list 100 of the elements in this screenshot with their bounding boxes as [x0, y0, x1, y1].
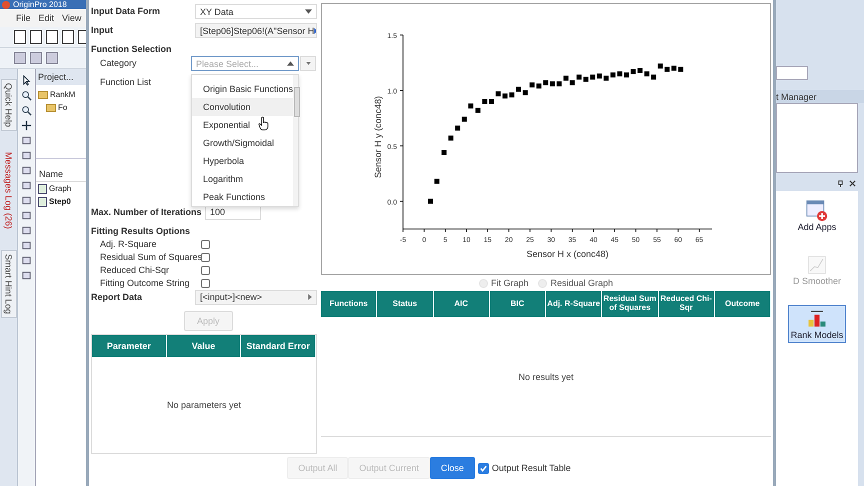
panel-title: t Manager	[776, 92, 817, 102]
caret-icon	[306, 62, 310, 65]
menu-item[interactable]: Edit	[38, 13, 54, 23]
column-header[interactable]: Parameter	[92, 334, 167, 358]
scrollbar[interactable]	[293, 75, 298, 206]
panel-header: Project...	[36, 69, 86, 85]
field-label: Max. Number of Iterations	[91, 206, 202, 217]
data-point	[434, 178, 440, 184]
dropdown-field[interactable]: XY Data	[195, 4, 317, 19]
column-header[interactable]: Adj. R-Square	[546, 291, 602, 317]
tool-icon[interactable]	[21, 150, 32, 161]
field-label: Report Data	[91, 290, 142, 302]
tool-icon[interactable]	[21, 225, 32, 236]
arrow-icon	[308, 294, 312, 300]
tool-icon[interactable]	[21, 255, 32, 266]
radio-label[interactable]: Fit Graph	[490, 278, 528, 288]
magnifier-icon[interactable]	[21, 105, 32, 116]
radio-button[interactable]	[478, 278, 488, 288]
dropdown-option[interactable]: Growth/Sigmoidal	[192, 134, 294, 152]
close-icon[interactable]	[849, 180, 856, 186]
side-tab[interactable]: Smart Hint Log	[0, 250, 16, 318]
pointer-icon[interactable]	[21, 75, 32, 86]
dropdown-option[interactable]: Origin Basic Functions	[192, 80, 294, 98]
app-logo-icon	[2, 0, 10, 8]
document-icon[interactable]	[30, 30, 42, 44]
option-label: Residual Sum of Squares	[100, 252, 201, 262]
checkbox[interactable]	[201, 266, 210, 275]
magnifier-icon[interactable]	[21, 90, 32, 101]
tool-icon[interactable]	[21, 135, 32, 146]
crosshair-icon[interactable]	[21, 120, 32, 131]
column-header[interactable]: Functions	[321, 291, 378, 317]
dropdown-button[interactable]	[300, 56, 316, 71]
data-point	[509, 92, 514, 98]
option-label: Adj. R-Square	[100, 239, 158, 250]
axis-title: Sensor H x (conc48)	[526, 249, 609, 259]
field-label: Function List	[99, 76, 152, 87]
column-header[interactable]: BIC	[490, 291, 546, 317]
dropdown-option[interactable]: Logarithm	[192, 170, 294, 188]
column-header[interactable]: AIC	[434, 291, 490, 317]
side-tab[interactable]: Messages Log (26)	[2, 149, 16, 232]
window-title: OriginPro 2018	[13, 0, 67, 9]
data-point	[658, 64, 663, 69]
pin-icon[interactable]	[837, 180, 844, 186]
dropdown-option[interactable]: Convolution	[192, 98, 294, 116]
checkbox[interactable]	[201, 240, 210, 249]
axis-title: Sensor H y (conc48)	[373, 96, 383, 178]
section-heading: Function Selection	[91, 43, 173, 56]
field-label: Input Data Form	[91, 5, 160, 16]
data-point	[678, 66, 684, 72]
input-field[interactable]: [<input>]<new>	[195, 290, 317, 305]
column-header[interactable]: Standard Error	[241, 334, 316, 358]
data-point	[462, 116, 467, 122]
data-point	[475, 108, 480, 113]
tool-icon[interactable]	[21, 270, 32, 281]
hand-cursor-icon	[258, 116, 269, 131]
tool-icon[interactable]	[21, 165, 32, 176]
dialog-button[interactable]: Close	[430, 457, 475, 479]
app-tile[interactable]: Add Apps	[794, 197, 840, 235]
tree-item[interactable]: RankM	[50, 90, 76, 99]
dropdown-field[interactable]	[776, 66, 808, 80]
input-field[interactable]: 100	[205, 204, 261, 220]
data-point	[442, 150, 447, 155]
app-tile[interactable]: Rank Models	[788, 305, 846, 343]
project-item[interactable]: Graph	[49, 184, 72, 193]
radio-button[interactable]	[538, 278, 548, 288]
document-icon[interactable]	[46, 30, 58, 44]
data-point	[630, 69, 636, 74]
tool-icon[interactable]	[21, 240, 32, 251]
column-header[interactable]: Reduced Chi-Sqr	[658, 291, 715, 317]
empty-message: No results yet	[518, 372, 574, 382]
menu-item[interactable]: View	[62, 13, 82, 23]
field-label: Input	[91, 24, 113, 35]
column-header[interactable]: Status	[377, 291, 434, 317]
column-header[interactable]: Outcome	[714, 291, 771, 317]
column-header[interactable]: Residual Sum of Squares	[602, 291, 658, 317]
dropdown-option[interactable]: Peak Functions	[192, 188, 294, 206]
input-field[interactable]: [Step06]Step06!(A"Sensor H	[195, 23, 317, 38]
document-icon[interactable]	[14, 30, 26, 44]
dropdown-option[interactable]: Exponential	[192, 116, 294, 134]
tree-item[interactable]: Fo	[58, 103, 68, 112]
menu-item[interactable]: File	[16, 13, 31, 23]
field-label: Category	[99, 57, 137, 68]
data-point	[468, 103, 474, 108]
radio-label[interactable]: Residual Graph	[550, 278, 614, 288]
caret-icon	[287, 61, 294, 66]
checkbox-label[interactable]: Output Result Table	[488, 463, 571, 473]
checkbox[interactable]	[478, 462, 489, 474]
project-item[interactable]: Step0	[49, 197, 71, 206]
data-point	[448, 136, 454, 141]
line-graph-icon	[806, 254, 828, 276]
checkbox[interactable]	[201, 278, 210, 288]
dropdown-option[interactable]: Hyperbola	[192, 152, 294, 170]
tool-icon[interactable]	[21, 180, 32, 191]
data-point	[496, 91, 501, 96]
column-header[interactable]: Value	[166, 334, 242, 358]
tool-icon[interactable]	[21, 195, 32, 206]
tool-icon[interactable]	[21, 210, 32, 221]
document-icon[interactable]	[62, 30, 74, 44]
checkbox[interactable]	[201, 252, 210, 262]
side-tab[interactable]: Quick Help	[0, 79, 16, 132]
